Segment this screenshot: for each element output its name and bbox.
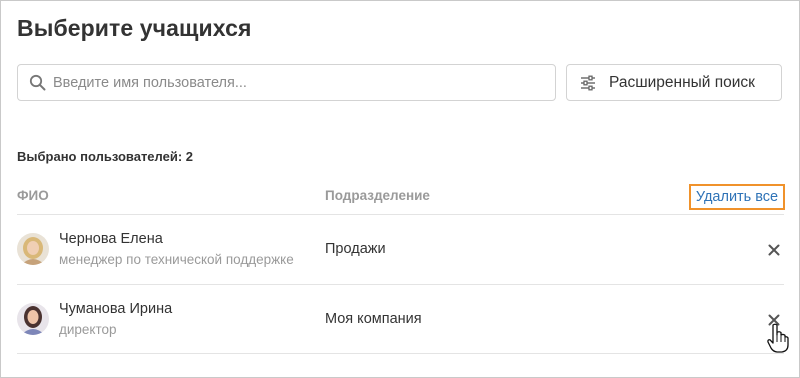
- hand-pointer-cursor: [767, 323, 789, 353]
- column-header-name: ФИО: [17, 188, 49, 203]
- column-header-department: Подразделение: [325, 188, 430, 203]
- dialog-panel: Выберите учащихся Расширенный поиск Выбр…: [0, 0, 800, 378]
- advanced-search-button[interactable]: Расширенный поиск: [566, 64, 782, 101]
- divider: [17, 353, 784, 354]
- avatar: [17, 303, 49, 335]
- selected-count: Выбрано пользователей: 2: [17, 149, 194, 164]
- table-row: Чернова Елена менеджер по технической по…: [17, 215, 784, 283]
- avatar: [17, 233, 49, 265]
- user-position: менеджер по технической поддержке: [59, 252, 294, 267]
- user-name: Чуманова Ирина: [59, 301, 173, 317]
- user-position: директор: [59, 322, 117, 337]
- remove-user-button[interactable]: [766, 242, 782, 258]
- close-icon: [768, 244, 780, 256]
- search-input[interactable]: [53, 74, 533, 91]
- advanced-search-label: Расширенный поиск: [609, 73, 755, 91]
- delete-all-button[interactable]: Удалить все: [689, 184, 785, 210]
- search-icon: [29, 74, 47, 92]
- user-department: Продажи: [325, 241, 386, 257]
- page-title: Выберите учащихся: [17, 15, 252, 41]
- user-name: Чернова Елена: [59, 231, 163, 247]
- search-field[interactable]: [17, 64, 556, 101]
- user-department: Моя компания: [325, 311, 422, 327]
- sliders-icon: [580, 75, 596, 91]
- table-row: Чуманова Ирина директор Моя компания: [17, 285, 784, 353]
